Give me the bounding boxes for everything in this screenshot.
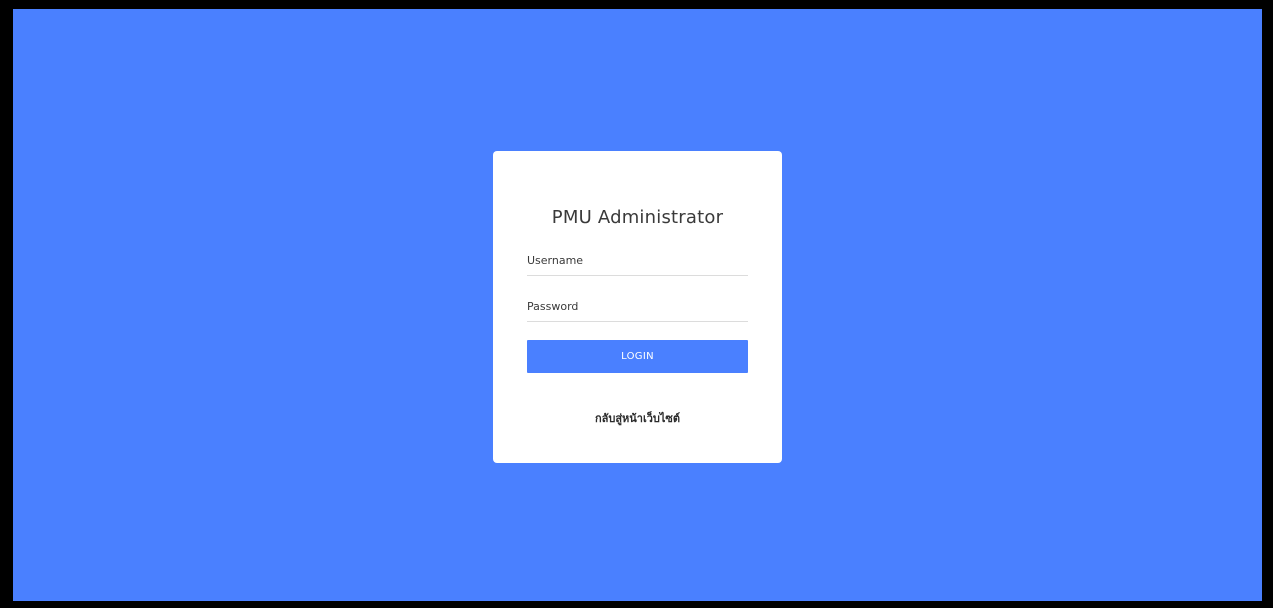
- username-input[interactable]: [527, 251, 748, 269]
- login-button[interactable]: LOGIN: [527, 340, 748, 373]
- page-title: PMU Administrator: [551, 207, 724, 228]
- password-input[interactable]: [527, 297, 748, 315]
- login-card: PMU Administrator LOGIN กลับสู่หน้าเว็บไ…: [493, 151, 782, 463]
- password-field-container: [527, 291, 748, 322]
- back-to-website-link[interactable]: กลับสู่หน้าเว็บไซต์: [493, 409, 782, 427]
- login-page-background: PMU Administrator LOGIN กลับสู่หน้าเว็บไ…: [13, 9, 1262, 601]
- username-field-container: [527, 245, 748, 276]
